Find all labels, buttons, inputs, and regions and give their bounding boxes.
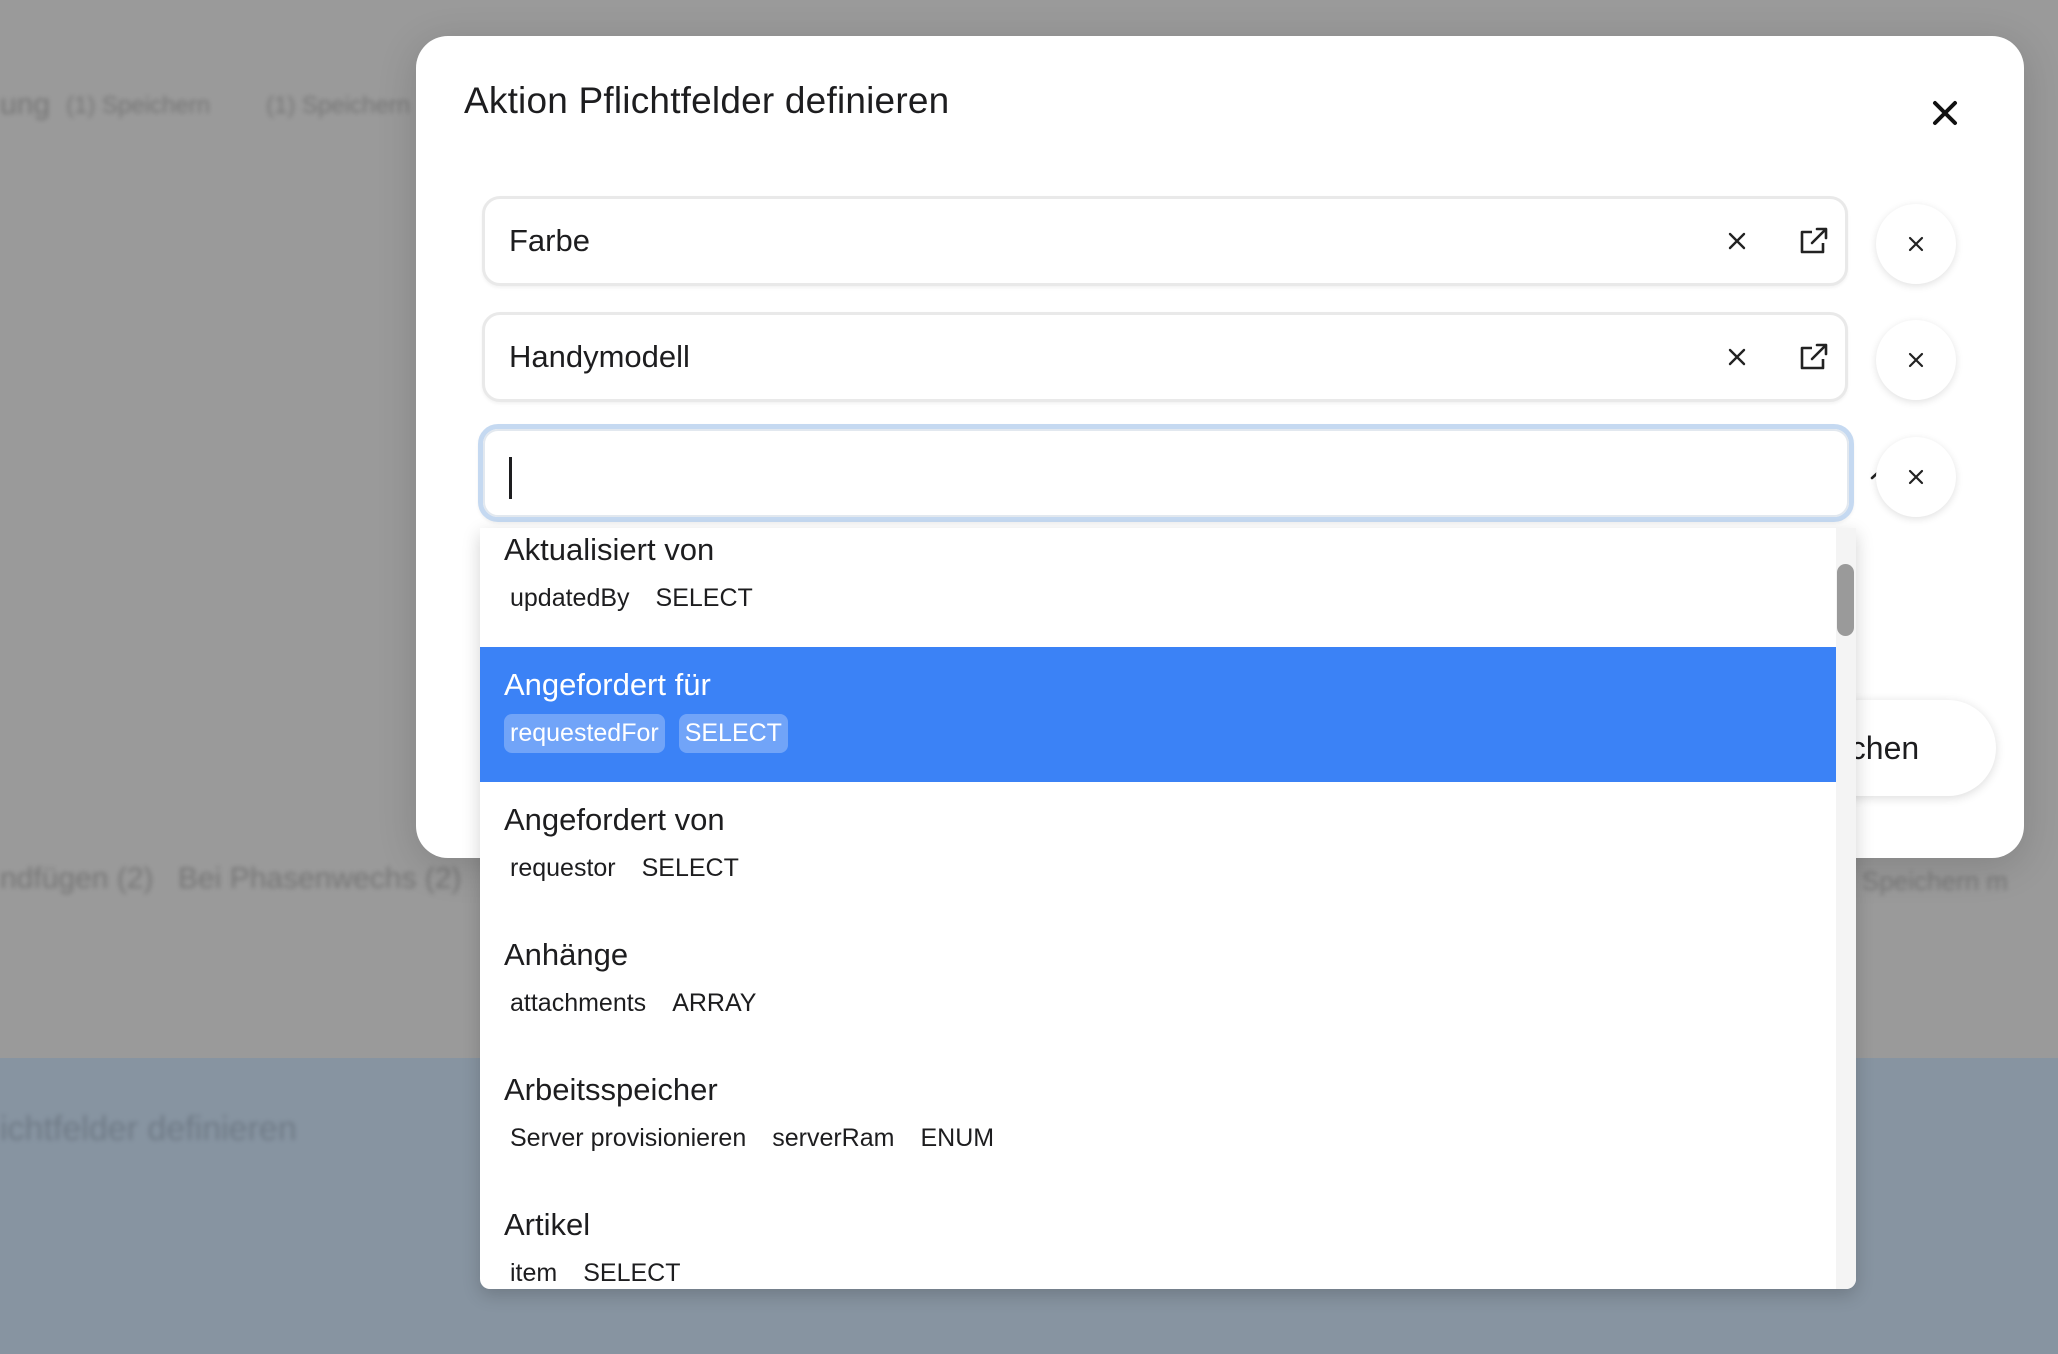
options-list: Aktualisiert von updatedBy SELECT Angefo… (480, 528, 1836, 1289)
option-label: Aktualisiert von (504, 532, 715, 567)
option-tag: Server provisionieren (510, 1124, 747, 1152)
option-tag: item (510, 1259, 558, 1287)
scrollbar-thumb[interactable] (1837, 564, 1854, 636)
option-tag: serverRam (772, 1124, 895, 1152)
field-select-farbe[interactable]: Farbe (482, 196, 1905, 286)
remove-field-button[interactable] (1876, 204, 1956, 284)
close-icon (1908, 236, 1924, 252)
field-select-handymodell[interactable]: Handymodell (482, 312, 1905, 402)
external-link-icon[interactable] (1788, 331, 1840, 383)
scrollbar-track[interactable] (1836, 528, 1856, 1289)
option-tag: ARRAY (672, 989, 757, 1017)
option-label: Artikel (504, 1207, 591, 1242)
option-label: Anhänge (504, 937, 629, 972)
option-label: Angefordert für (504, 667, 711, 702)
option-tag: attachments (510, 989, 647, 1017)
list-item[interactable]: Anhänge attachments ARRAY (480, 917, 1836, 1052)
remove-field-button[interactable] (1876, 437, 1956, 517)
option-tag: SELECT (641, 854, 739, 882)
option-label: Angefordert von (504, 802, 725, 837)
field-value: Handymodell (509, 339, 690, 374)
option-tag: requestedFor (504, 714, 665, 753)
background-text: ung (0, 88, 51, 121)
option-tag: requestor (510, 854, 616, 882)
remove-field-button[interactable] (1876, 320, 1956, 400)
list-item-active[interactable]: Angefordert für requestedFor SELECT (480, 647, 1836, 782)
background-text: (1) Speichern (66, 92, 211, 119)
field-search-input[interactable] (507, 451, 1711, 501)
field-select-new[interactable] (478, 424, 1896, 522)
background-text: Bei Phasenwechs (2) (178, 862, 462, 895)
option-tag: ENUM (920, 1124, 995, 1152)
background-text: (1) Speichern (266, 92, 411, 119)
option-tag: SELECT (655, 584, 753, 612)
modal-title: Aktion Pflichtfelder definieren (464, 80, 950, 121)
close-icon (1908, 469, 1924, 485)
option-tag: SELECT (583, 1259, 681, 1287)
field-value: Farbe (509, 223, 590, 258)
option-label: Arbeitsspeicher (504, 1072, 718, 1107)
background-text: ichtfelder definieren (0, 1110, 297, 1148)
close-icon[interactable] (1920, 88, 1970, 138)
background-text: ndfügen (2) (0, 862, 154, 895)
option-tag: SELECT (678, 714, 788, 753)
close-icon (1908, 352, 1924, 368)
external-link-icon[interactable] (1788, 215, 1840, 267)
option-tag: updatedBy (510, 584, 630, 612)
clear-icon[interactable] (1711, 331, 1763, 383)
list-item[interactable]: Aktualisiert von updatedBy SELECT (480, 528, 1836, 647)
text-caret (509, 457, 512, 499)
clear-icon[interactable] (1711, 215, 1763, 267)
list-item[interactable]: Angefordert von requestor SELECT (480, 782, 1836, 917)
background-text: Speichern m (1862, 866, 2008, 896)
field-options-dropdown[interactable]: Aktualisiert von updatedBy SELECT Angefo… (480, 528, 1856, 1289)
list-item[interactable]: Artikel item SELECT (480, 1187, 1836, 1289)
list-item[interactable]: Arbeitsspeicher Server provisionieren se… (480, 1052, 1836, 1187)
